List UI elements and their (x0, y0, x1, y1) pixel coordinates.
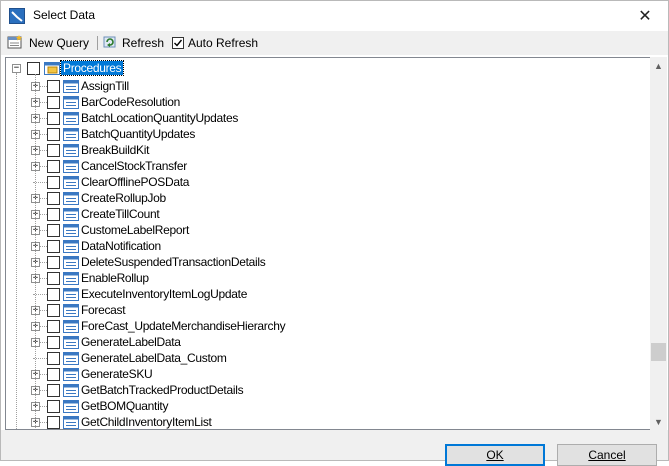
stored-procedure-icon (63, 96, 79, 109)
stored-procedure-icon (63, 128, 79, 141)
scroll-up-arrow-icon[interactable]: ▲ (650, 57, 667, 74)
select-data-dialog: Select Data ✕ New Query Refresh Auto Ref… (0, 0, 669, 466)
tree-item-label[interactable]: ForeCast_UpdateMerchandiseHierarchy (81, 319, 286, 333)
tree-item-label[interactable]: GetBatchTrackedProductDetails (81, 383, 244, 397)
stored-procedure-icon (63, 416, 79, 429)
stored-procedure-icon (63, 272, 79, 285)
scroll-down-arrow-icon[interactable]: ▼ (650, 413, 667, 430)
auto-refresh-label: Auto Refresh (188, 36, 259, 50)
stored-procedure-icon (63, 304, 79, 317)
tree-item-label[interactable]: GenerateLabelData (81, 335, 181, 349)
item-checkbox[interactable] (47, 304, 60, 317)
stored-procedure-icon (63, 224, 79, 237)
stored-procedure-icon (63, 384, 79, 397)
item-checkbox[interactable] (47, 96, 60, 109)
tree-root-label[interactable]: Procedures (59, 60, 125, 76)
close-button[interactable]: ✕ (622, 1, 668, 31)
refresh-button[interactable]: Refresh (102, 33, 164, 53)
tree-item-label[interactable]: BreakBuildKit (81, 143, 149, 157)
tree-item-label[interactable]: DataNotification (81, 239, 161, 253)
item-checkbox[interactable] (47, 272, 60, 285)
item-checkbox[interactable] (47, 352, 60, 365)
tree-item-label[interactable]: EnableRollup (81, 271, 149, 285)
tree-item-label[interactable]: GetBOMQuantity (81, 399, 168, 413)
tree-item-label[interactable]: CreateTillCount (81, 207, 160, 221)
tree-item-label[interactable]: Forecast (81, 303, 126, 317)
stored-procedure-icon (63, 80, 79, 93)
procedures-folder-icon (44, 62, 60, 75)
tree-item-label[interactable]: CustomeLabelReport (81, 223, 189, 237)
tree-item-label[interactable]: CreateRollupJob (81, 191, 166, 205)
tree-item-label[interactable]: CancelStockTransfer (81, 159, 187, 173)
stored-procedure-icon (63, 144, 79, 157)
item-checkbox[interactable] (47, 112, 60, 125)
stored-procedure-icon (63, 256, 79, 269)
item-checkbox[interactable] (47, 368, 60, 381)
stored-procedure-icon (63, 320, 79, 333)
item-checkbox[interactable] (47, 256, 60, 269)
item-checkbox[interactable] (47, 176, 60, 189)
auto-refresh-checkbox[interactable] (172, 37, 184, 49)
tree-item-label[interactable]: GenerateSKU (81, 367, 153, 381)
stored-procedure-icon (63, 240, 79, 253)
item-checkbox[interactable] (47, 400, 60, 413)
cancel-button[interactable]: Cancel (557, 444, 657, 466)
title-bar: Select Data ✕ (1, 1, 668, 31)
new-query-icon (7, 34, 25, 53)
stored-procedure-icon (63, 112, 79, 125)
stored-procedure-icon (63, 160, 79, 173)
item-checkbox[interactable] (47, 416, 60, 429)
tree-item-label[interactable]: BatchLocationQuantityUpdates (81, 111, 238, 125)
stored-procedure-icon (63, 352, 79, 365)
tree-item-label[interactable]: ExecuteInventoryItemLogUpdate (81, 287, 247, 301)
item-checkbox[interactable] (47, 224, 60, 237)
item-checkbox[interactable] (47, 192, 60, 205)
item-checkbox[interactable] (47, 144, 60, 157)
tree-root-line (16, 73, 17, 429)
stored-procedure-icon (63, 176, 79, 189)
window-title: Select Data (33, 8, 96, 22)
app-icon (9, 8, 25, 24)
dialog-button-bar: OK Cancel (1, 430, 668, 466)
item-checkbox[interactable] (47, 320, 60, 333)
new-query-label: New Query (29, 36, 90, 50)
item-checkbox[interactable] (47, 336, 60, 349)
item-checkbox[interactable] (47, 128, 60, 141)
tree-item-label[interactable]: BarCodeResolution (81, 95, 180, 109)
tree-child-line (35, 74, 36, 429)
tree-item-label[interactable]: ClearOfflinePOSData (81, 175, 189, 189)
stored-procedure-icon (63, 400, 79, 413)
item-checkbox[interactable] (47, 208, 60, 221)
tree-item-label[interactable]: DeleteSuspendedTransactionDetails (81, 255, 266, 269)
procedures-tree[interactable]: − Procedures + AssignTill + BarCodeResoluti… (5, 57, 650, 430)
stored-procedure-icon (63, 336, 79, 349)
stored-procedure-icon (63, 192, 79, 205)
stored-procedure-icon (63, 288, 79, 301)
item-checkbox[interactable] (47, 240, 60, 253)
toolbar-separator (97, 36, 98, 50)
tree-item-label[interactable]: GenerateLabelData_Custom (81, 351, 227, 365)
tree-item-label[interactable]: GetChildInventoryItemList (81, 415, 212, 429)
scroll-thumb[interactable] (651, 343, 666, 361)
item-checkbox[interactable] (47, 384, 60, 397)
item-checkbox[interactable] (47, 160, 60, 173)
ok-button[interactable]: OK (445, 444, 545, 466)
root-collapse-toggle[interactable]: − (12, 64, 21, 73)
stored-procedure-icon (63, 368, 79, 381)
root-checkbox[interactable] (27, 62, 40, 75)
item-checkbox[interactable] (47, 288, 60, 301)
item-checkbox[interactable] (47, 80, 60, 93)
stored-procedure-icon (63, 208, 79, 221)
vertical-scrollbar[interactable]: ▲ ▼ (650, 57, 667, 430)
refresh-icon (102, 34, 118, 53)
tree-item-label[interactable]: AssignTill (81, 79, 129, 93)
tree-item-label[interactable]: BatchQuantityUpdates (81, 127, 195, 141)
refresh-label: Refresh (122, 36, 165, 50)
new-query-button[interactable]: New Query (7, 33, 89, 53)
toolbar: New Query Refresh Auto Refresh (1, 31, 668, 55)
close-icon: ✕ (638, 8, 652, 25)
auto-refresh-toggle[interactable]: Auto Refresh (172, 33, 258, 53)
